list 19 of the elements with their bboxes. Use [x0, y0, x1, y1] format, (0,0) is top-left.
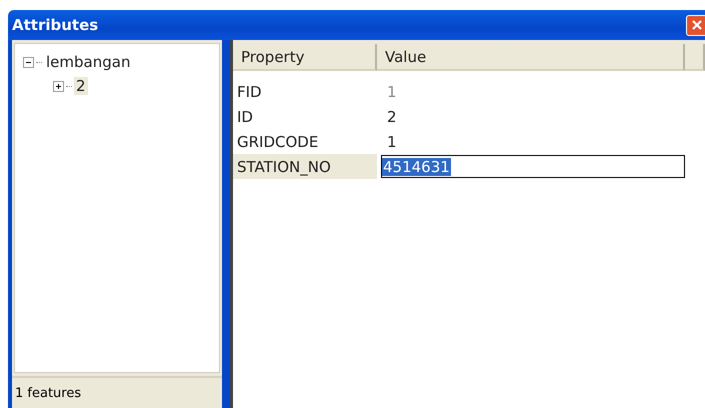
property-cell-text: GRIDCODE — [236, 132, 320, 152]
collapse-icon[interactable] — [23, 56, 34, 68]
property-cell: STATION_NO — [233, 154, 377, 179]
tree-item[interactable]: 2 — [74, 77, 88, 95]
value-cell-text: 1 — [386, 132, 397, 152]
expand-icon[interactable] — [53, 80, 64, 92]
property-cell-text: FID — [236, 82, 263, 102]
window-title: Attributes — [11, 16, 98, 34]
value-cell-text: 2 — [386, 106, 397, 128]
tree-item[interactable]: lembangan — [44, 53, 132, 71]
close-icon — [690, 19, 702, 31]
property-cell-text: ID — [236, 106, 254, 128]
close-button[interactable] — [686, 14, 705, 36]
column-header[interactable]: Value — [377, 44, 685, 71]
feature-count: 1 features — [15, 386, 82, 400]
column-header — [685, 44, 705, 71]
value-input-field[interactable]: 4514631 — [381, 155, 685, 178]
value-cell-text: 1 — [386, 82, 397, 102]
column-header[interactable]: Property — [233, 44, 377, 71]
